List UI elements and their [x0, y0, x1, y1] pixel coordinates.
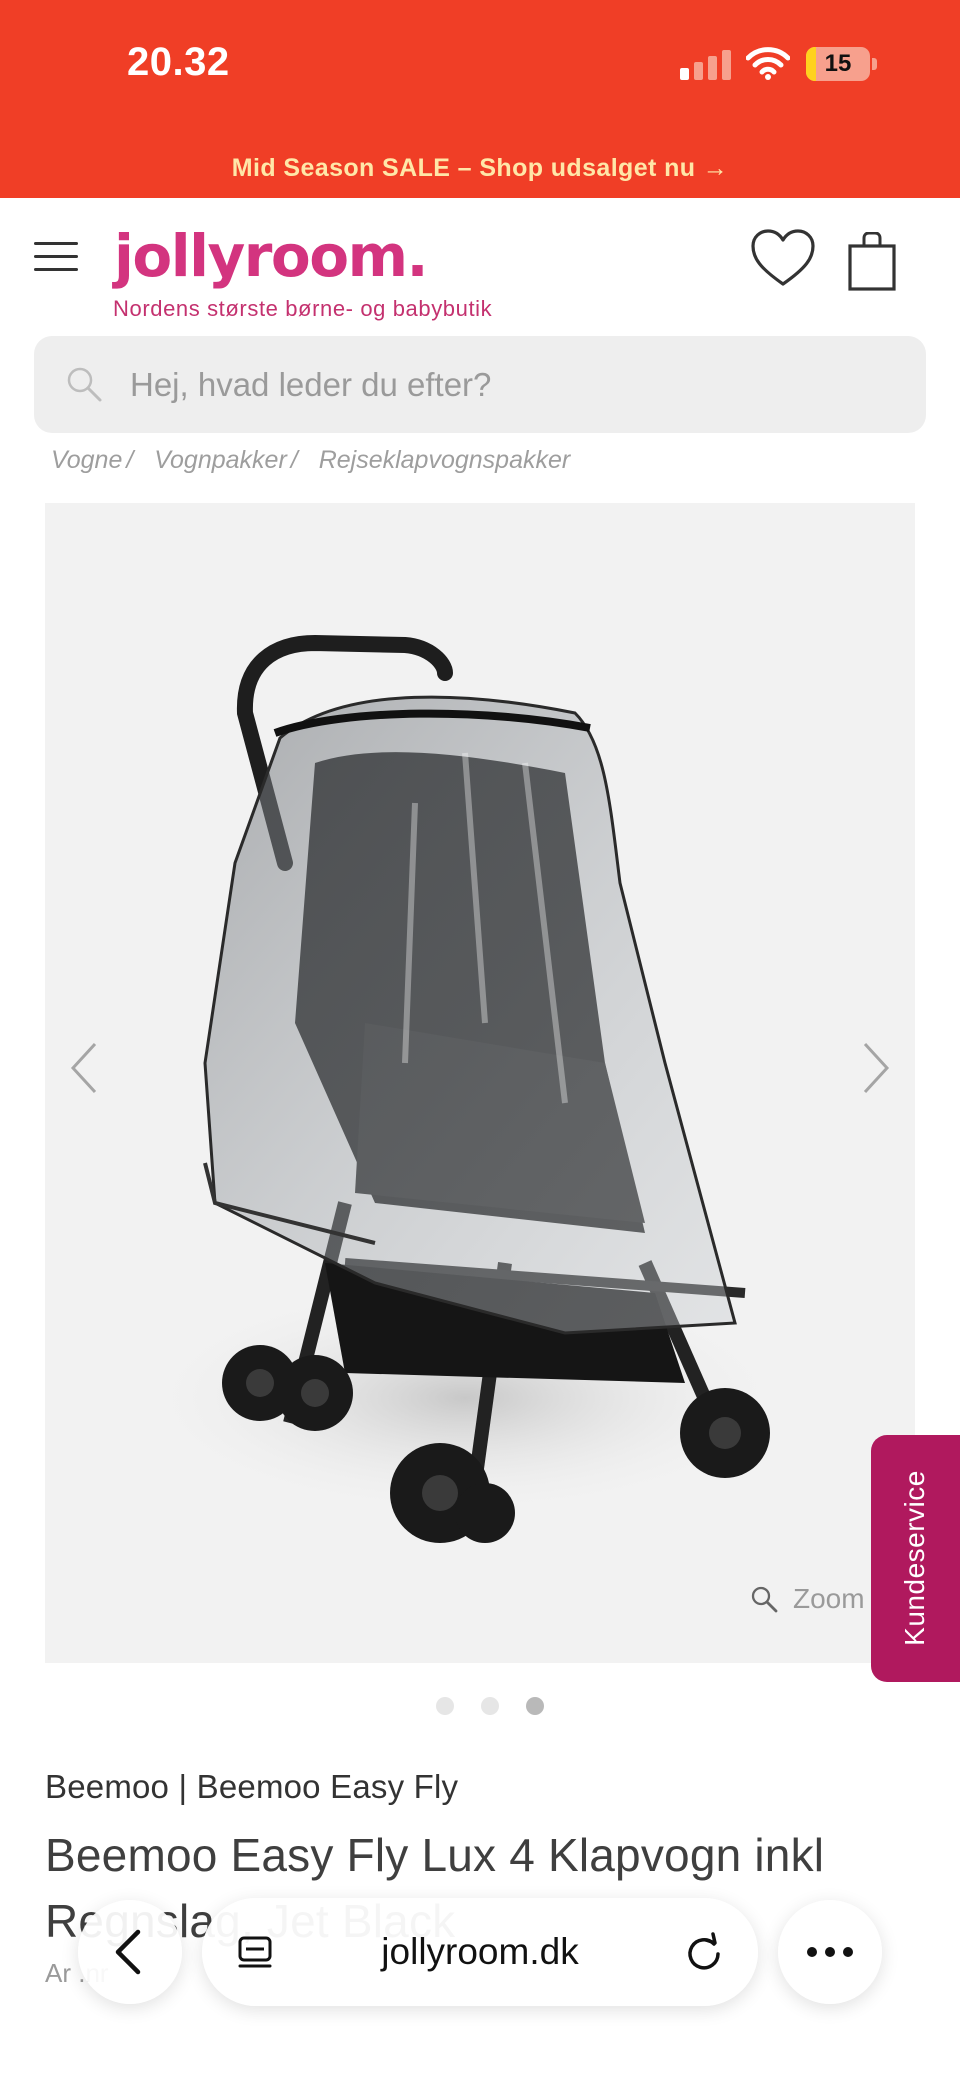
battery-indicator: 15: [806, 47, 877, 81]
more-dots-icon: [807, 1947, 853, 1957]
tagline: Nordens største børne- og babybutik: [113, 296, 493, 321]
gallery-dot[interactable]: [481, 1697, 499, 1715]
status-bar: 20.32 15: [0, 0, 960, 140]
promo-banner[interactable]: Mid Season SALE – Shop udsalget nu →: [0, 140, 960, 198]
customer-service-tab[interactable]: Kundeservice: [871, 1435, 960, 1682]
next-image-arrow-icon[interactable]: [855, 1038, 895, 1098]
customer-service-label: Kundeservice: [899, 1470, 930, 1646]
cellular-signal-icon: [680, 50, 731, 80]
previous-image-arrow-icon[interactable]: [65, 1038, 105, 1098]
browser-url[interactable]: jollyroom.dk: [202, 1898, 758, 2006]
jollyroom-logo[interactable]: jollyroom.: [114, 222, 429, 290]
stroller-product-photo: [135, 634, 795, 1543]
breadcrumb-separator: /: [126, 446, 134, 474]
tab-overview-icon[interactable]: [234, 1930, 278, 1974]
browser-address-bar[interactable]: jollyroom.dk: [202, 1898, 758, 2006]
site-header: jollyroom. Nordens største børne- og bab…: [0, 198, 960, 330]
breadcrumb: Vogne / Vognpakker / Rejseklapvognspakker: [51, 446, 570, 475]
product-image-gallery[interactable]: Zoom: [45, 503, 915, 1663]
chevron-left-icon: [115, 1929, 141, 1975]
promo-text[interactable]: Mid Season SALE – Shop udsalget nu →: [232, 154, 728, 182]
battery-icon: 15: [806, 47, 870, 81]
shopping-bag-icon[interactable]: [846, 232, 898, 292]
battery-tip: [872, 58, 877, 70]
status-time: 20.32: [127, 40, 230, 84]
product-brand-line[interactable]: Beemoo | Beemoo Easy Fly: [45, 1768, 458, 1806]
zoom-button[interactable]: Zoom: [749, 1579, 865, 1619]
reload-icon[interactable]: [682, 1930, 726, 1974]
gallery-dot[interactable]: [436, 1697, 454, 1715]
search-input[interactable]: [130, 336, 890, 433]
battery-percentage: 15: [824, 50, 852, 77]
search-icon: [67, 367, 102, 402]
heart-icon[interactable]: [750, 228, 816, 288]
gallery-dot[interactable]: [526, 1697, 544, 1715]
search-box[interactable]: [34, 336, 926, 433]
browser-more-button[interactable]: [778, 1900, 882, 2004]
breadcrumb-item-vogne[interactable]: Vogne: [51, 446, 122, 474]
browser-back-button[interactable]: [78, 1900, 182, 2004]
magnifier-icon: [751, 1586, 778, 1613]
zoom-label: Zoom: [793, 1583, 865, 1614]
wifi-icon: [746, 47, 790, 80]
hamburger-menu-icon[interactable]: [34, 240, 80, 274]
breadcrumb-separator: /: [290, 446, 298, 474]
breadcrumb-item-vognpakker[interactable]: Vognpakker: [154, 446, 287, 474]
breadcrumb-item-rejseklapvognspakker[interactable]: Rejseklapvognspakker: [319, 446, 571, 474]
gallery-pagination: [436, 1697, 546, 1717]
